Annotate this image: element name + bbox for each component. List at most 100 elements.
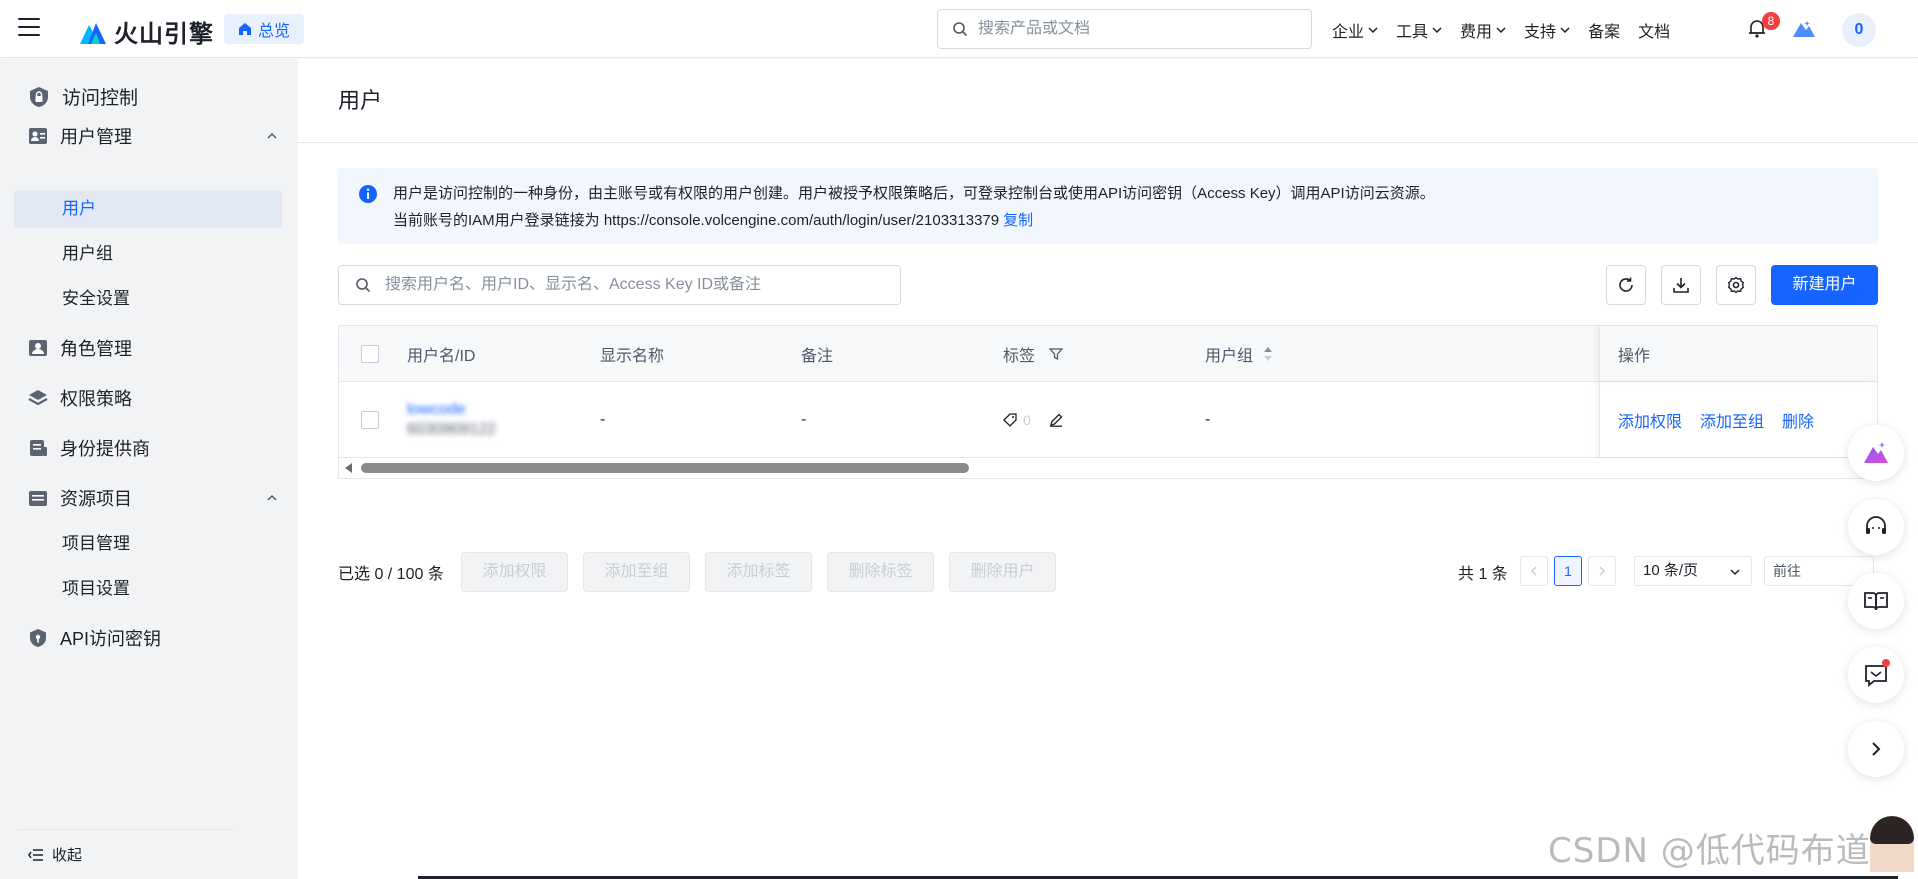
sidebar-item-user-groups[interactable]: 用户组 xyxy=(14,235,282,273)
feedback-button[interactable] xyxy=(1848,647,1904,703)
copy-link[interactable]: 复制 xyxy=(1003,212,1033,229)
nav-filing[interactable]: 备案 xyxy=(1588,18,1620,42)
bulk-add-tag-button[interactable]: 添加标签 xyxy=(705,552,812,592)
prev-page-button[interactable] xyxy=(1520,556,1548,586)
sort-icon[interactable] xyxy=(1263,346,1273,362)
bulk-remove-tag-button[interactable]: 删除标签 xyxy=(827,552,934,592)
delete-link[interactable]: 删除 xyxy=(1782,408,1814,432)
remark-cell: - xyxy=(801,410,807,428)
chevron-up-icon xyxy=(267,494,277,501)
global-search-input[interactable] xyxy=(978,20,1278,38)
scroll-thumb[interactable] xyxy=(361,463,969,473)
nav-enterprise[interactable]: 企业 xyxy=(1332,18,1378,42)
refresh-button[interactable] xyxy=(1606,265,1646,305)
scroll-left-arrow-icon[interactable] xyxy=(345,463,352,473)
download-icon xyxy=(1673,278,1689,293)
nav-docs[interactable]: 文档 xyxy=(1638,18,1670,42)
identity-provider-icon xyxy=(30,440,47,456)
sidebar-group-role-mgmt[interactable]: 角色管理 xyxy=(28,335,278,361)
bulk-add-to-group-button[interactable]: 添加至组 xyxy=(583,552,690,592)
sidebar-group-api-keys[interactable]: API访问密钥 xyxy=(28,625,278,651)
nav-tools[interactable]: 工具 xyxy=(1396,18,1442,42)
row-checkbox-cell xyxy=(361,382,379,457)
chevron-down-icon xyxy=(1368,27,1378,34)
col-tags: 标签 xyxy=(1003,326,1064,381)
ai-mountain-icon xyxy=(1864,442,1888,463)
role-icon xyxy=(29,340,47,356)
sidebar-group-user-mgmt[interactable]: 用户管理 xyxy=(28,123,278,149)
col-display-name: 显示名称 xyxy=(600,347,665,365)
tag-count: 0 xyxy=(1023,411,1031,428)
nav-filing-label: 备案 xyxy=(1588,24,1621,41)
display-name-cell: - xyxy=(600,410,606,428)
total-count: 共 1 条 xyxy=(1458,566,1508,583)
assistant-avatar[interactable] xyxy=(1870,816,1914,872)
nav-enterprise-label: 企业 xyxy=(1332,24,1365,41)
overview-label: 总览 xyxy=(258,23,291,40)
overview-button[interactable]: 总览 xyxy=(224,14,305,44)
table-header: 用户名/ID 显示名称 备注 标签 用户组 操作 xyxy=(339,326,1877,382)
page-size-select[interactable]: 10 条/页 xyxy=(1634,556,1752,586)
settings-button[interactable] xyxy=(1716,265,1756,305)
col-ops: 操作 xyxy=(1618,347,1651,365)
page-1-button[interactable]: 1 xyxy=(1554,556,1582,586)
nav-support[interactable]: 支持 xyxy=(1524,18,1570,42)
sidebar: 访问控制 用户管理 用户 用户组 安全设置 角色管理 权限策略 身份提供商 资源… xyxy=(0,59,298,879)
sidebar-group-user-mgmt-label: 用户管理 xyxy=(60,127,132,147)
csdn-watermark: CSDN @低代码布道师 xyxy=(1548,831,1906,871)
sidebar-title-label: 访问控制 xyxy=(62,88,139,109)
user-search[interactable] xyxy=(338,265,901,305)
bulk-delete-user-button[interactable]: 删除用户 xyxy=(949,552,1056,592)
chevron-right-icon xyxy=(1599,566,1605,576)
ops-header-column: 操作 xyxy=(1599,326,1877,381)
sidebar-group-resource[interactable]: 资源项目 xyxy=(28,485,278,511)
nav-billing[interactable]: 费用 xyxy=(1460,18,1506,42)
sidebar-item-security[interactable]: 安全设置 xyxy=(14,280,282,318)
volcano-logo-icon xyxy=(80,22,106,44)
user-search-input[interactable] xyxy=(385,276,885,294)
row-checkbox[interactable] xyxy=(361,410,379,429)
user-name-link[interactable]: lowcode xyxy=(407,401,466,419)
add-to-group-link[interactable]: 添加至组 xyxy=(1700,408,1764,432)
info-description: 用户是访问控制的一种身份，由主账号或有权限的用户创建。用户被授予权限策略后，可登… xyxy=(393,185,1435,202)
user-avatar[interactable]: 0 xyxy=(1842,13,1876,47)
chevron-up-icon xyxy=(267,132,277,139)
sidebar-item-project-mgmt[interactable]: 项目管理 xyxy=(14,525,282,563)
notification-badge: 8 xyxy=(1762,12,1780,30)
select-all-checkbox[interactable] xyxy=(361,344,379,363)
menu-icon[interactable] xyxy=(18,18,40,36)
filter-icon[interactable] xyxy=(1049,347,1064,361)
col-tags-label: 标签 xyxy=(1003,347,1036,365)
bulk-add-permission-button[interactable]: 添加权限 xyxy=(461,552,568,592)
create-user-button[interactable]: 新建用户 xyxy=(1771,265,1878,305)
ai-assistant-button[interactable] xyxy=(1848,425,1904,481)
search-icon xyxy=(356,278,371,293)
collapse-label: 收起 xyxy=(52,847,83,864)
customer-service-button[interactable] xyxy=(1848,499,1904,555)
search-icon xyxy=(953,22,968,37)
layers-icon xyxy=(28,390,48,406)
collapse-sidebar-button[interactable]: 收起 xyxy=(28,844,82,865)
gear-icon xyxy=(1727,276,1745,294)
expand-panel-button[interactable] xyxy=(1848,721,1904,777)
sidebar-group-policy[interactable]: 权限策略 xyxy=(28,385,278,411)
chevron-down-icon xyxy=(1496,27,1506,34)
docs-button[interactable] xyxy=(1848,573,1904,629)
assistant-mountain-icon[interactable] xyxy=(1792,17,1816,39)
brand-logo[interactable]: 火山引擎 xyxy=(78,14,214,49)
top-bar: 火山引擎 总览 企业 工具 费用 支持 备案 文档 8 0 xyxy=(0,0,1918,58)
horizontal-scrollbar[interactable] xyxy=(339,458,1877,478)
download-button[interactable] xyxy=(1661,265,1701,305)
tags-cell: 0 xyxy=(1003,382,1063,457)
edit-icon[interactable] xyxy=(1049,413,1063,427)
add-permission-link[interactable]: 添加权限 xyxy=(1618,408,1682,432)
header-checkbox-cell xyxy=(361,326,379,381)
chevron-right-icon xyxy=(1872,742,1881,756)
sidebar-group-idp[interactable]: 身份提供商 xyxy=(28,435,278,461)
sidebar-item-users[interactable]: 用户 xyxy=(14,190,282,228)
next-page-button[interactable] xyxy=(1588,556,1616,586)
key-shield-icon xyxy=(30,629,46,647)
sidebar-group-api-keys-label: API访问密钥 xyxy=(60,629,162,649)
sidebar-item-project-settings[interactable]: 项目设置 xyxy=(14,570,282,608)
global-search[interactable] xyxy=(937,9,1312,49)
